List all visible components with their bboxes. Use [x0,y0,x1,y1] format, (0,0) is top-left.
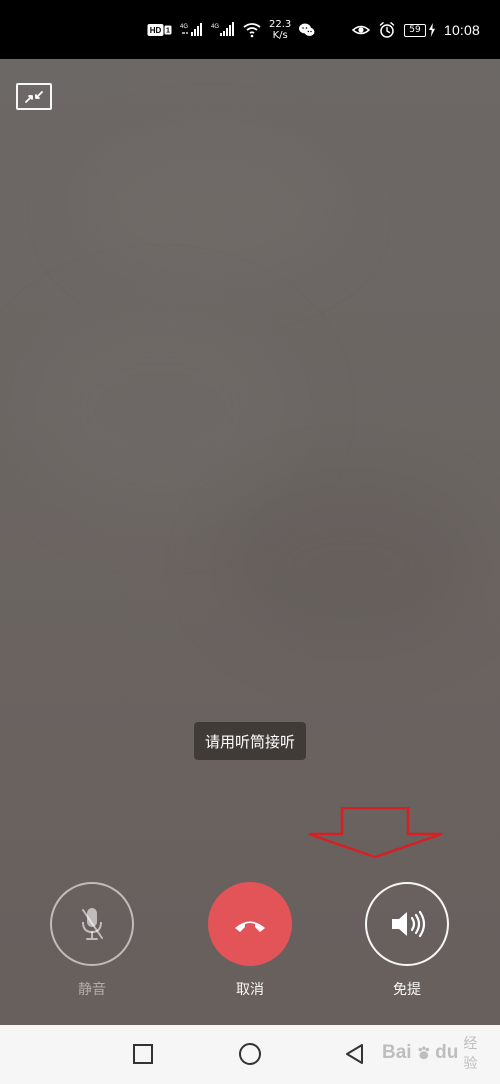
signal-icon: 4G [211,22,234,36]
microphone-mute-icon [82,908,103,940]
recent-apps-button[interactable] [130,1041,156,1067]
charging-icon [428,23,435,37]
svg-text:4G: 4G [211,24,219,30]
hd-badge: HD 1 [147,22,173,38]
status-bar: HD 1 4G 4G 22.3 K/s 59 10:08 [0,0,500,59]
battery-indicator: 59 [403,23,436,37]
back-button[interactable] [342,1041,368,1067]
signal-icon: 4G [180,23,202,36]
mute-control: 静音 [46,882,138,997]
speaker-control: 免提 [361,882,453,997]
speaker-label: 免提 [393,982,421,998]
mute-label: 静音 [78,982,106,998]
voice-call-screen: HD 1 4G 4G 22.3 K/s 59 10:08 请用听筒接听 静音 取… [0,0,500,1084]
svg-text:1: 1 [166,28,170,35]
svg-text:4G: 4G [180,24,188,30]
recent-apps-icon [133,1044,153,1064]
background-blur-lower [220,480,480,650]
speaker-icon [392,910,426,938]
home-button[interactable] [237,1041,263,1067]
network-speed: 22.3 K/s [269,18,292,41]
eye-indicator [351,23,370,37]
mute-button[interactable] [50,882,134,966]
hd-icon: HD 1 [147,24,172,36]
wifi-icon [243,23,261,38]
minimize-icon [25,90,43,103]
alarm-icon [379,22,395,38]
call-controls: 静音 取消 免提 [0,882,500,1002]
background-blur-middle [20,300,300,520]
speaker-button[interactable] [365,882,449,966]
network-speed-unit: K/s [272,29,288,41]
status-time: 10:08 [443,22,480,38]
battery-level: 59 [403,23,426,37]
cancel-label: 取消 [236,982,264,998]
cancel-button[interactable] [208,882,292,966]
signal-one: 4G [180,21,204,39]
down-arrow-icon [308,807,443,859]
signal-two: 4G [211,21,235,39]
receiver-toast: 请用听筒接听 [194,722,306,760]
alarm-indicator [378,21,396,39]
navigation-bar [0,1025,500,1084]
status-left-group: HD 1 4G 4G 22.3 K/s [147,18,316,42]
back-icon [346,1044,363,1064]
eye-icon [351,25,370,35]
status-right-group: 59 10:08 [351,18,480,42]
background-blur-top [80,140,340,280]
home-icon [239,1043,261,1065]
wifi-indicator [242,22,262,38]
wechat-indicator [298,22,316,38]
svg-text:HD: HD [150,26,162,35]
network-speed-value: 22.3 [269,18,292,30]
battery-percentage: 59 [409,24,421,35]
cancel-control: 取消 [204,882,296,997]
minimize-button[interactable] [16,83,52,110]
hangup-icon [235,921,265,932]
wechat-icon [299,23,315,36]
